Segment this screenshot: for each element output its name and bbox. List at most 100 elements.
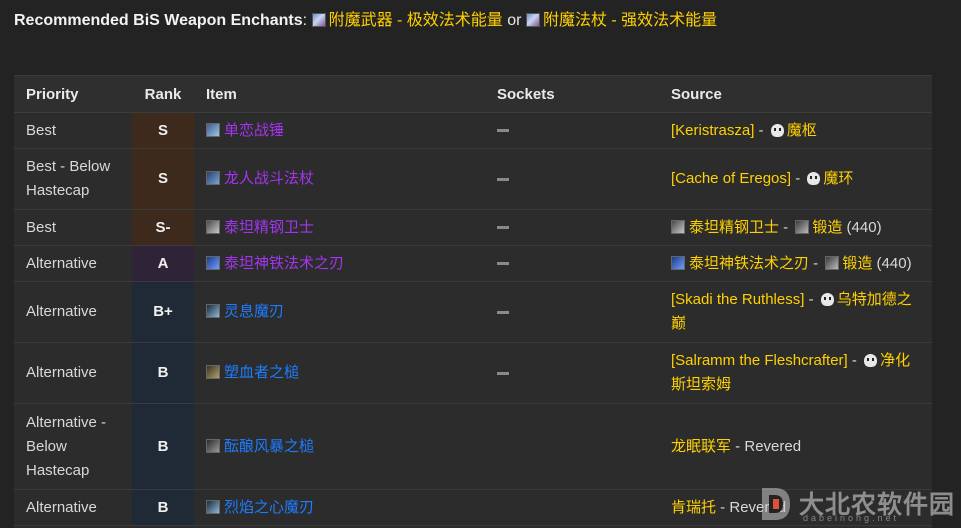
skull-icon — [864, 354, 878, 367]
enchant-scroll-icon — [525, 13, 540, 27]
anvil-icon — [825, 255, 840, 270]
source-cell: [Cache of Eregos] - 魔环 — [659, 148, 932, 210]
rank-cell: B — [132, 342, 194, 404]
col-priority: Priority — [14, 76, 132, 113]
rank-cell: B+ — [132, 281, 194, 343]
sockets-cell — [485, 148, 659, 210]
no-sockets-icon — [497, 177, 509, 181]
source-cell: 泰坦精钢卫士 - 锻造 (440) — [659, 209, 932, 246]
source-faction-link[interactable]: 肯瑞托 — [671, 499, 716, 516]
table-row: Alternative A 泰坦神铁法术之刃 泰坦神铁法术之刃 - 锻造 (44… — [14, 245, 932, 282]
source-zone-link[interactable]: 魔枢 — [787, 122, 817, 139]
sockets-cell — [485, 403, 659, 490]
source-boss-link[interactable]: [Cache of Eregos] — [671, 170, 791, 187]
source-cell: [Skadi the Ruthless] - 乌特加德之巅 — [659, 281, 932, 343]
watermark-subtitle: dabeinong.net — [803, 513, 900, 523]
item-cell: 泰坦神铁法术之刃 — [194, 245, 485, 282]
source-separator: - — [791, 170, 805, 187]
item-link[interactable]: 龙人战斗法杖 — [224, 170, 314, 187]
source-cell: 泰坦神铁法术之刃 - 锻造 (440) — [659, 245, 932, 282]
table-row: Alternative B 塑血者之槌 [Salramm the Fleshcr… — [14, 342, 932, 404]
sockets-cell — [485, 209, 659, 246]
source-recipe-link[interactable]: 泰坦神铁法术之刃 — [689, 255, 809, 272]
anvil-icon — [795, 219, 810, 234]
rank-cell: B — [132, 489, 194, 526]
source-boss-link[interactable]: [Keristrasza] — [671, 122, 754, 139]
source-profession-link[interactable]: 锻造 — [842, 255, 872, 272]
source-faction-link[interactable]: 龙眠联军 — [671, 438, 731, 455]
skill-level: (440) — [842, 218, 882, 236]
item-cell: 烈焰之心魔刃 — [194, 489, 485, 526]
source-recipe-link[interactable]: 泰坦精钢卫士 — [689, 219, 779, 236]
sockets-cell — [485, 489, 659, 526]
table-row: Alternative - Below Hastecap B 酝酿风暴之槌 龙眠… — [14, 403, 932, 490]
source-separator: - — [847, 352, 862, 369]
source-cell: [Keristrasza] - 魔枢 — [659, 112, 932, 149]
skull-icon — [807, 172, 821, 185]
col-sockets: Sockets — [485, 76, 659, 113]
item-link[interactable]: 单恋战锤 — [224, 122, 284, 139]
table-row: Best S 单恋战锤 [Keristrasza] - 魔枢 — [14, 112, 932, 149]
priority-cell: Alternative — [14, 342, 132, 404]
priority-cell: Best — [14, 112, 132, 149]
source-separator: - — [754, 121, 768, 139]
source-boss-link[interactable]: [Salramm the Fleshcrafter] — [671, 352, 848, 369]
table-header-row: Priority Rank Item Sockets Source — [14, 76, 932, 113]
or-text: or — [507, 12, 522, 29]
item-link[interactable]: 泰坦精钢卫士 — [224, 219, 314, 236]
skull-icon — [820, 293, 834, 306]
col-source: Source — [659, 76, 932, 113]
source-profession-link[interactable]: 锻造 — [812, 219, 842, 236]
item-icon — [206, 171, 220, 185]
col-item: Item — [194, 76, 485, 113]
sockets-cell — [485, 281, 659, 343]
priority-cell: Alternative - Below Hastecap — [14, 403, 132, 490]
table-row: Best S- 泰坦精钢卫士 泰坦精钢卫士 - 锻造 (440) — [14, 209, 932, 246]
source-cell: 龙眠联军 - Revered — [659, 403, 932, 490]
item-icon — [206, 219, 220, 234]
no-sockets-icon — [497, 371, 509, 375]
rank-cell: S — [132, 148, 194, 210]
reputation-level: Revered — [744, 437, 802, 455]
item-link[interactable]: 烈焰之心魔刃 — [224, 499, 314, 516]
item-icon — [671, 255, 685, 270]
item-cell: 塑血者之槌 — [194, 342, 485, 404]
priority-cell: Alternative — [14, 489, 132, 526]
item-link[interactable]: 酝酿风暴之槌 — [224, 438, 314, 455]
source-separator: - — [809, 254, 823, 272]
enchant-scroll-icon — [311, 13, 326, 27]
priority-cell: Alternative — [14, 281, 132, 343]
item-cell: 单恋战锤 — [194, 112, 485, 149]
no-sockets-icon — [497, 129, 509, 133]
rank-cell: S — [132, 112, 194, 149]
item-cell: 泰坦精钢卫士 — [194, 209, 485, 246]
item-cell: 酝酿风暴之槌 — [194, 403, 485, 490]
item-link[interactable]: 泰坦神铁法术之刃 — [224, 255, 344, 272]
item-icon — [206, 122, 220, 137]
priority-cell: Best — [14, 209, 132, 246]
table-row: Alternative B+ 灵息魔刃 [Skadi the Ruthless]… — [14, 281, 932, 343]
no-sockets-icon — [497, 262, 509, 266]
enchant-link-weapon[interactable]: 附魔武器 - 极效法术能量 — [329, 12, 503, 29]
rank-cell: S- — [132, 209, 194, 246]
item-icon — [206, 365, 220, 379]
enchant-link-staff[interactable]: 附魔法杖 - 强效法术能量 — [543, 12, 717, 29]
item-cell: 龙人战斗法杖 — [194, 148, 485, 210]
rank-cell: B — [132, 403, 194, 490]
enchants-recommendation: Recommended BiS Weapon Enchants: 附魔武器 - … — [14, 10, 717, 32]
item-cell: 灵息魔刃 — [194, 281, 485, 343]
item-icon — [206, 438, 220, 453]
item-icon — [206, 255, 220, 270]
source-separator: - — [716, 498, 730, 516]
source-zone-link[interactable]: 魔环 — [823, 170, 853, 187]
source-boss-link[interactable]: [Skadi the Ruthless] — [671, 291, 804, 308]
enchants-label: Recommended BiS Weapon Enchants — [14, 12, 303, 29]
sockets-cell — [485, 245, 659, 282]
item-link[interactable]: 灵息魔刃 — [224, 303, 284, 320]
priority-cell: Alternative — [14, 245, 132, 282]
source-separator: - — [804, 291, 818, 308]
item-link[interactable]: 塑血者之槌 — [224, 364, 299, 381]
item-icon — [206, 499, 220, 514]
bis-weapon-table: Priority Rank Item Sockets Source Best S… — [14, 76, 932, 526]
col-rank: Rank — [132, 76, 194, 113]
